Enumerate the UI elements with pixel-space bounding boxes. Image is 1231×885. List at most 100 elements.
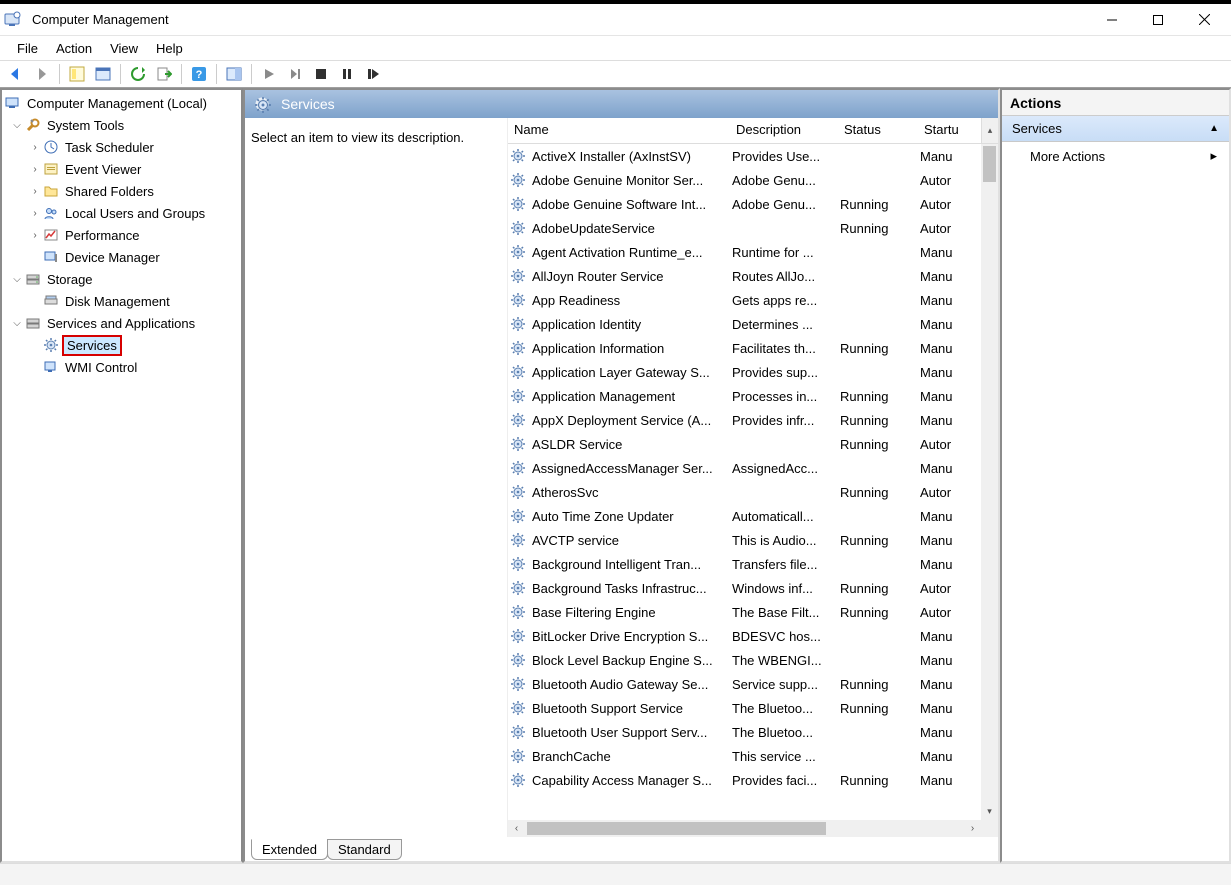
service-startup: Manu xyxy=(914,773,981,788)
toggle-pane-button[interactable] xyxy=(222,62,246,86)
collapse-icon[interactable]: ⌵ xyxy=(10,318,24,329)
tree-device-manager[interactable]: Device Manager xyxy=(62,249,163,266)
service-row[interactable]: Block Level Backup Engine S...The WBENGI… xyxy=(508,648,981,672)
scrollbar-thumb[interactable] xyxy=(983,146,996,182)
maximize-button[interactable] xyxy=(1135,5,1181,35)
tree-storage[interactable]: Storage xyxy=(44,271,96,288)
tree-disk-management[interactable]: Disk Management xyxy=(62,293,173,310)
service-row[interactable]: BranchCacheThis service ...Manu xyxy=(508,744,981,768)
tree-root[interactable]: Computer Management (Local) xyxy=(24,95,210,112)
service-row[interactable]: Bluetooth Audio Gateway Se...Service sup… xyxy=(508,672,981,696)
service-row[interactable]: Bluetooth User Support Serv...The Blueto… xyxy=(508,720,981,744)
service-row[interactable]: Capability Access Manager S...Provides f… xyxy=(508,768,981,792)
service-row[interactable]: Background Tasks Infrastruc...Windows in… xyxy=(508,576,981,600)
tree-services-apps[interactable]: Services and Applications xyxy=(44,315,198,332)
tree-performance[interactable]: Performance xyxy=(62,227,142,244)
service-row[interactable]: Application InformationFacilitates th...… xyxy=(508,336,981,360)
column-status[interactable]: Status xyxy=(838,118,918,143)
help-button[interactable]: ? xyxy=(187,62,211,86)
tree-local-users[interactable]: Local Users and Groups xyxy=(62,205,208,222)
service-row[interactable]: AppX Deployment Service (A...Provides in… xyxy=(508,408,981,432)
forward-button[interactable] xyxy=(30,62,54,86)
collapse-icon[interactable]: ⌵ xyxy=(10,274,24,285)
pause-button[interactable] xyxy=(335,62,359,86)
tree-event-viewer[interactable]: Event Viewer xyxy=(62,161,144,178)
service-row[interactable]: Application ManagementProcesses in...Run… xyxy=(508,384,981,408)
stop-button[interactable] xyxy=(309,62,333,86)
vertical-scrollbar[interactable]: ▾ xyxy=(981,144,998,820)
tree-task-scheduler[interactable]: Task Scheduler xyxy=(62,139,157,156)
show-hide-tree-button[interactable] xyxy=(65,62,89,86)
expand-icon[interactable]: › xyxy=(28,142,42,153)
storage-icon xyxy=(24,270,42,288)
scroll-right-icon[interactable]: › xyxy=(964,820,981,837)
menu-view[interactable]: View xyxy=(101,38,147,59)
service-row[interactable]: Auto Time Zone UpdaterAutomaticall...Man… xyxy=(508,504,981,528)
menu-help[interactable]: Help xyxy=(147,38,192,59)
column-startup[interactable]: Startu xyxy=(918,118,981,143)
service-row[interactable]: BitLocker Drive Encryption S...BDESVC ho… xyxy=(508,624,981,648)
start-step-button[interactable] xyxy=(283,62,307,86)
service-row[interactable]: AdobeUpdateServiceRunningAutor xyxy=(508,216,981,240)
service-desc: Facilitates th... xyxy=(726,341,834,356)
gear-icon xyxy=(508,556,526,572)
properties-button[interactable] xyxy=(91,62,115,86)
horizontal-scrollbar[interactable]: ‹ › xyxy=(508,820,981,837)
collapse-icon[interactable]: ⌵ xyxy=(10,120,24,131)
service-row[interactable]: ActiveX Installer (AxInstSV)Provides Use… xyxy=(508,144,981,168)
scroll-down-icon[interactable]: ▾ xyxy=(981,803,998,820)
service-row[interactable]: AllJoyn Router ServiceRoutes AllJo...Man… xyxy=(508,264,981,288)
export-button[interactable] xyxy=(152,62,176,86)
service-row[interactable]: Base Filtering EngineThe Base Filt...Run… xyxy=(508,600,981,624)
close-button[interactable] xyxy=(1181,5,1227,35)
service-row[interactable]: ASLDR ServiceRunningAutor xyxy=(508,432,981,456)
folder-icon xyxy=(42,182,60,200)
center-panel: Services Select an item to view its desc… xyxy=(243,88,1000,863)
tab-standard[interactable]: Standard xyxy=(327,839,402,860)
tab-extended[interactable]: Extended xyxy=(251,839,328,860)
services-header: Services xyxy=(245,90,998,118)
tree-system-tools[interactable]: System Tools xyxy=(44,117,127,134)
navigation-tree[interactable]: Computer Management (Local) ⌵ System Too… xyxy=(0,88,243,863)
scrollbar-thumb[interactable] xyxy=(527,822,826,835)
service-startup: Manu xyxy=(914,293,981,308)
service-row[interactable]: Agent Activation Runtime_e...Runtime for… xyxy=(508,240,981,264)
service-row[interactable]: App ReadinessGets apps re...Manu xyxy=(508,288,981,312)
tree-services[interactable]: Services xyxy=(62,335,122,356)
service-row[interactable]: AVCTP serviceThis is Audio...RunningManu xyxy=(508,528,981,552)
service-startup: Manu xyxy=(914,149,981,164)
expand-icon[interactable]: › xyxy=(28,208,42,219)
expand-icon[interactable]: › xyxy=(28,230,42,241)
back-button[interactable] xyxy=(4,62,28,86)
scheduler-icon xyxy=(42,138,60,156)
tree-shared-folders[interactable]: Shared Folders xyxy=(62,183,157,200)
menu-action[interactable]: Action xyxy=(47,38,101,59)
column-name[interactable]: Name xyxy=(508,118,730,143)
service-row[interactable]: Application IdentityDetermines ...Manu xyxy=(508,312,981,336)
service-row[interactable]: AssignedAccessManager Ser...AssignedAcc.… xyxy=(508,456,981,480)
services-list[interactable]: ActiveX Installer (AxInstSV)Provides Use… xyxy=(508,144,981,837)
start-button[interactable] xyxy=(257,62,281,86)
menu-file[interactable]: File xyxy=(8,38,47,59)
scroll-up-icon[interactable]: ▴ xyxy=(981,118,998,143)
minimize-button[interactable] xyxy=(1089,5,1135,35)
expand-icon[interactable]: › xyxy=(28,164,42,175)
service-row[interactable]: Adobe Genuine Monitor Ser...Adobe Genu..… xyxy=(508,168,981,192)
refresh-button[interactable] xyxy=(126,62,150,86)
apps-icon xyxy=(24,314,42,332)
column-description[interactable]: Description xyxy=(730,118,838,143)
service-name: Auto Time Zone Updater xyxy=(526,509,726,524)
service-row[interactable]: AtherosSvcRunningAutor xyxy=(508,480,981,504)
service-row[interactable]: Background Intelligent Tran...Transfers … xyxy=(508,552,981,576)
service-row[interactable]: Bluetooth Support ServiceThe Bluetoo...R… xyxy=(508,696,981,720)
actions-section[interactable]: Services ▲ xyxy=(1002,116,1229,142)
service-row[interactable]: Adobe Genuine Software Int...Adobe Genu.… xyxy=(508,192,981,216)
service-row[interactable]: Application Layer Gateway S...Provides s… xyxy=(508,360,981,384)
restart-button[interactable] xyxy=(361,62,385,86)
tree-wmi-control[interactable]: WMI Control xyxy=(62,359,140,376)
scroll-left-icon[interactable]: ‹ xyxy=(508,820,525,837)
expand-icon[interactable]: › xyxy=(28,186,42,197)
service-status: Running xyxy=(834,773,914,788)
chevron-right-icon: ▸ xyxy=(1210,148,1217,164)
more-actions-item[interactable]: More Actions ▸ xyxy=(1002,142,1229,170)
